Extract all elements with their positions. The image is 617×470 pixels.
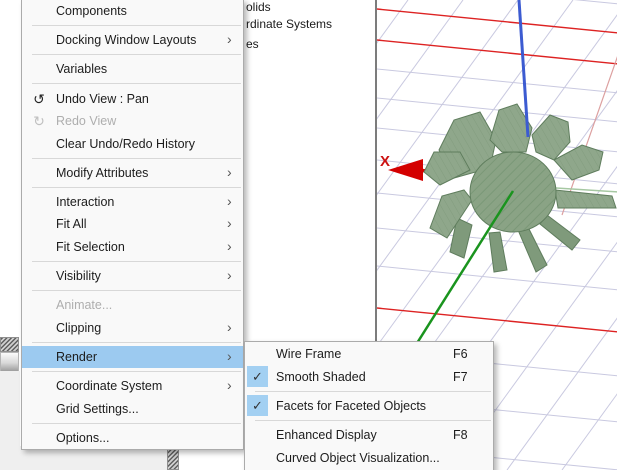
menu-item-label: Coordinate System xyxy=(56,378,163,393)
menu-item-docking-window-layouts[interactable]: Docking Window Layouts › xyxy=(22,29,243,52)
redo-arrow-icon: ↻ xyxy=(33,113,45,130)
menu-item-label: Options... xyxy=(56,430,110,445)
menu-item-clear-undo-redo-history[interactable]: Clear Undo/Redo History xyxy=(22,132,243,155)
checkmark-icon: ✓ xyxy=(247,366,268,387)
menu-item-label: Fit Selection xyxy=(56,240,125,255)
menu-item-fit-all[interactable]: Fit All › xyxy=(22,213,243,236)
submenu-gutter: ✓ xyxy=(245,395,276,417)
submenu-item-label: Facets for Faceted Objects xyxy=(276,398,427,413)
scrollbar-thumb[interactable] xyxy=(0,352,19,372)
shortcut-label: F7 xyxy=(453,369,468,384)
tree-item[interactable]: rdinate Systems xyxy=(246,17,332,31)
submenu-item-curved-object-visualization[interactable]: Curved Object Visualization... xyxy=(245,447,493,470)
submenu-arrow-icon: › xyxy=(227,318,232,335)
menu-separator xyxy=(32,261,241,263)
submenu-gutter: ✓ xyxy=(245,366,276,387)
menu-item-label: Variables xyxy=(56,62,108,77)
shortcut-label: F8 xyxy=(453,428,468,443)
checkmark-icon: ✓ xyxy=(247,395,268,417)
submenu-item-facets-for-faceted-objects[interactable]: ✓ Facets for Faceted Objects xyxy=(245,394,493,417)
splitter-grip[interactable] xyxy=(0,337,19,352)
shortcut-label: F6 xyxy=(453,346,468,361)
menu-item-label: Fit All xyxy=(56,217,87,232)
menu-separator xyxy=(32,422,241,424)
menu-item-modify-attributes[interactable]: Modify Attributes › xyxy=(22,162,243,185)
application-window: olids rdinate Systems es X Components Do… xyxy=(0,0,617,470)
submenu-arrow-icon: › xyxy=(227,376,232,393)
menu-item-label: Undo View : Pan xyxy=(56,91,149,106)
menu-separator xyxy=(32,370,241,372)
submenu-item-label: Curved Object Visualization... xyxy=(276,451,440,466)
menu-item-label: Redo View xyxy=(56,114,117,129)
x-axis-label: X xyxy=(380,153,390,170)
tree-item[interactable]: es xyxy=(246,37,259,51)
menu-item-options[interactable]: Options... xyxy=(22,426,243,449)
menu-separator xyxy=(255,390,491,392)
submenu-item-enhanced-display[interactable]: Enhanced Display F8 xyxy=(245,424,493,447)
menu-item-redo-view[interactable]: ↻ Redo View xyxy=(22,110,243,133)
menu-item-label: Interaction xyxy=(56,194,115,209)
menu-separator xyxy=(32,25,241,27)
menu-separator xyxy=(32,341,241,343)
menu-separator xyxy=(32,186,241,188)
menu-item-label: Docking Window Layouts xyxy=(56,33,197,48)
menu-item-interaction[interactable]: Interaction › xyxy=(22,191,243,214)
menu-item-label: Components xyxy=(56,4,127,19)
menu-item-grid-settings[interactable]: Grid Settings... xyxy=(22,397,243,420)
menu-item-components[interactable]: Components xyxy=(22,0,243,23)
menu-item-render[interactable]: Render › xyxy=(22,345,243,369)
submenu-arrow-icon: › xyxy=(227,238,232,255)
menu-item-undo-view[interactable]: ↺ Undo View : Pan xyxy=(22,87,243,110)
menu-item-label: Animate... xyxy=(56,298,113,313)
undo-arrow-icon: ↺ xyxy=(33,90,45,107)
menu-item-fit-selection[interactable]: Fit Selection › xyxy=(22,236,243,259)
menu-item-label: Clear Undo/Redo History xyxy=(56,136,195,151)
view-context-menu: Components Docking Window Layouts › Vari… xyxy=(21,0,244,450)
menu-item-clipping[interactable]: Clipping › xyxy=(22,317,243,340)
menu-separator xyxy=(255,420,491,422)
menu-separator xyxy=(32,54,241,56)
menu-separator xyxy=(32,157,241,159)
submenu-arrow-icon: › xyxy=(227,215,232,232)
fan-object[interactable] xyxy=(423,103,617,273)
submenu-item-label: Enhanced Display xyxy=(276,428,377,443)
submenu-item-wire-frame[interactable]: Wire Frame F6 xyxy=(245,342,493,365)
tree-item[interactable]: olids xyxy=(246,0,271,14)
menu-item-visibility[interactable]: Visibility › xyxy=(22,265,243,288)
submenu-arrow-icon: › xyxy=(227,347,232,364)
submenu-arrow-icon: › xyxy=(227,163,232,180)
menu-item-label: Clipping xyxy=(56,320,102,335)
menu-item-label: Render xyxy=(56,349,97,364)
submenu-item-label: Wire Frame xyxy=(276,346,342,361)
menu-item-label: Visibility xyxy=(56,269,101,284)
submenu-arrow-icon: › xyxy=(227,192,232,209)
menu-separator xyxy=(32,290,241,292)
submenu-item-label: Smooth Shaded xyxy=(276,369,366,384)
submenu-arrow-icon: › xyxy=(227,31,232,48)
menu-item-label: Grid Settings... xyxy=(56,401,139,416)
menu-item-animate[interactable]: Animate... xyxy=(22,294,243,317)
menu-item-variables[interactable]: Variables xyxy=(22,58,243,81)
menu-item-coordinate-system[interactable]: Coordinate System › xyxy=(22,375,243,398)
submenu-item-smooth-shaded[interactable]: ✓ Smooth Shaded F7 xyxy=(245,365,493,388)
menu-item-label: Modify Attributes xyxy=(56,165,149,180)
submenu-arrow-icon: › xyxy=(227,267,232,284)
render-submenu: Wire Frame F6 ✓ Smooth Shaded F7 ✓ Facet… xyxy=(244,341,494,470)
menu-separator xyxy=(32,83,241,85)
